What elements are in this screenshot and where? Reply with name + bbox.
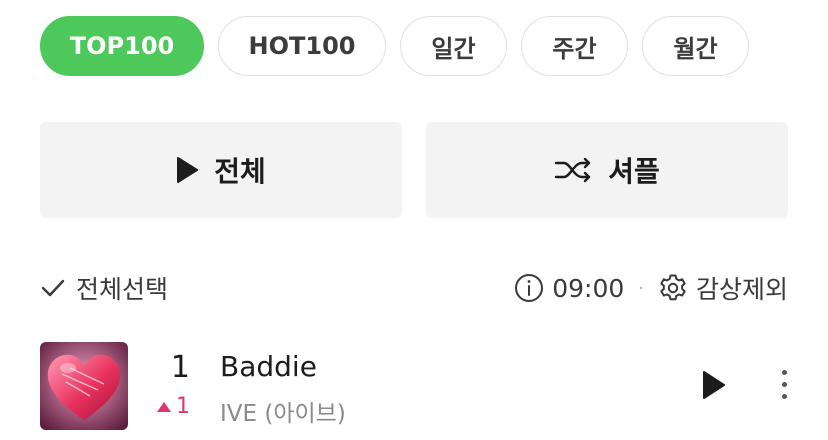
chip-weekly[interactable]: 주간 [521, 16, 628, 76]
play-icon [176, 157, 199, 183]
gear-icon [658, 273, 688, 303]
separator-dot: · [638, 277, 644, 299]
play-all-button[interactable]: 전체 [40, 122, 402, 218]
album-art[interactable] [40, 342, 128, 430]
shuffle-icon [554, 157, 592, 183]
info-icon[interactable] [514, 273, 544, 303]
rank-change-value: 1 [176, 394, 190, 419]
play-icon [702, 370, 726, 400]
chip-top100[interactable]: TOP100 [40, 16, 204, 76]
rank-up-icon [157, 401, 171, 412]
rank-change: 1 [156, 394, 190, 419]
track-artist[interactable]: IVE (아이브) [220, 394, 346, 428]
shuffle-button[interactable]: 셔플 [426, 122, 788, 218]
select-all-button[interactable]: 전체선택 [40, 270, 168, 306]
exclude-setting-button[interactable]: 감상제외 [696, 270, 788, 306]
shuffle-label: 셔플 [608, 155, 660, 188]
track-rank: 1 [170, 350, 190, 385]
play-all-label: 전체 [214, 155, 266, 188]
chart-screen: TOP100 HOT100 일간 주간 월간 전체 셔플 전체선택 09:00 … [0, 0, 828, 440]
track-title[interactable]: Baddie [220, 350, 317, 383]
toolbar-right: 09:00 · 감상제외 [514, 270, 788, 306]
chart-filter-chips: TOP100 HOT100 일간 주간 월간 [40, 16, 749, 76]
chip-monthly[interactable]: 월간 [642, 16, 749, 76]
more-dot [781, 394, 787, 399]
chip-daily[interactable]: 일간 [400, 16, 507, 76]
update-time: 09:00 [552, 273, 625, 303]
more-options-button[interactable] [776, 370, 792, 399]
chip-hot100[interactable]: HOT100 [218, 16, 386, 76]
checkmark-icon [40, 278, 66, 298]
track-row[interactable]: 1 1 Baddie IVE (아이브) [40, 342, 788, 430]
track-play-button[interactable] [702, 370, 726, 400]
more-dot [781, 370, 787, 375]
more-dot [781, 382, 787, 387]
select-all-label: 전체선택 [76, 275, 169, 304]
list-toolbar: 전체선택 09:00 · 감상제외 [40, 268, 788, 308]
